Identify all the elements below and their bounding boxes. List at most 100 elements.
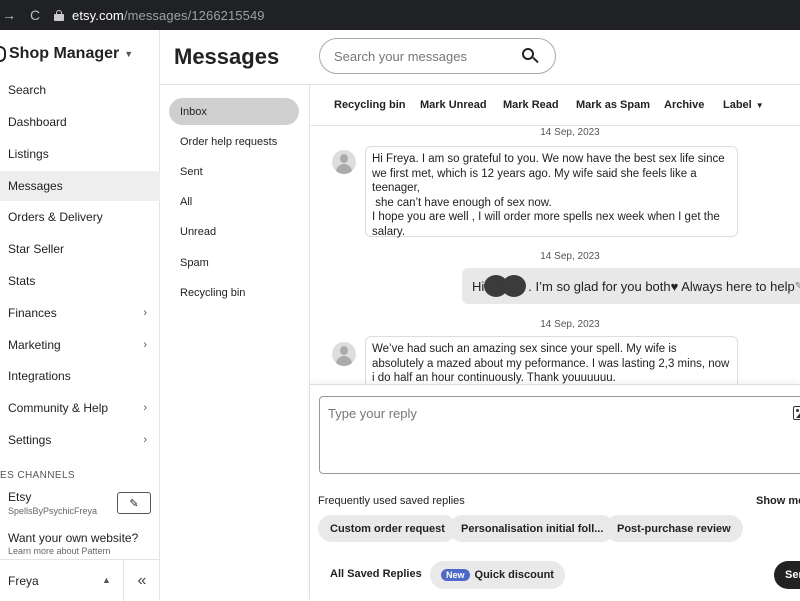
sidebar-item-listings[interactable]: Listings [0,139,160,169]
folder-label: Recycling bin [180,286,246,299]
reload-icon[interactable]: C [26,7,44,23]
lock-icon[interactable] [54,9,64,21]
archive-button[interactable]: Archive [664,99,704,111]
buyer-avatar [332,150,356,174]
sidebar-item-label: Settings [8,433,52,447]
saved-replies-heading: Frequently used saved replies [318,495,465,507]
sidebar-item-label: Finances [8,306,57,320]
saved-reply-chip[interactable]: Custom order request [318,515,457,542]
outgoing-message: Hi . I’m so glad for you both♥ Always he… [462,268,800,304]
sidebar-item-star-seller[interactable]: Star Seller [0,234,160,264]
sales-channels-heading: ES CHANNELS [0,470,75,481]
incoming-message: Hi Freya. I am so grateful to you. We no… [365,146,738,238]
sidebar-item-dashboard[interactable]: Dashboard [0,107,160,137]
sidebar-item-label: Messages [8,179,63,193]
quick-discount-chip[interactable]: New Quick discount [430,561,565,589]
send-button[interactable]: Sen [774,561,800,589]
folder-spam[interactable]: Spam [169,249,299,276]
reply-input[interactable] [328,406,768,462]
reply-text: . I’m so glad for you both♥ Always here … [528,278,795,294]
mark-read-button[interactable]: Mark Read [503,99,559,111]
attach-image-icon[interactable] [793,406,800,420]
search-icon[interactable] [522,48,539,64]
folder-unread[interactable]: Unread [169,218,299,245]
sidebar-item-marketing[interactable]: Marketing › [0,330,160,360]
sidebar-item-settings[interactable]: Settings › [0,425,160,455]
url-host: etsy.com [72,7,124,23]
chevron-right-icon: › [143,402,147,414]
redacted-name [502,275,527,297]
channel-shop-name: SpellsByPsychicFreya [8,506,98,516]
sidebar-item-label: Star Seller [8,242,65,256]
folder-label: Spam [180,256,209,269]
all-saved-replies-button[interactable]: All Saved Replies [330,568,422,580]
sidebar-item-community-help[interactable]: Community & Help › [0,393,160,423]
user-name: Freya [8,574,39,588]
label-dropdown[interactable]: Label ▼ [723,99,764,111]
sidebar-item-label: Dashboard [8,115,67,129]
collapse-sidebar-button[interactable]: « [123,560,160,601]
own-website-promo: Want your own website? [8,531,139,545]
sidebar-item-label: Search [8,83,47,97]
learn-more-link[interactable]: Learn more about Pattern [8,546,111,556]
message-toolbar: Recycling bin Mark Unread Mark Read Mark… [310,85,800,126]
chevron-right-icon: › [143,307,147,319]
edit-shop-button[interactable]: ✎ [117,492,151,514]
reply-box[interactable] [319,396,800,474]
chevron-right-icon: › [143,434,147,446]
sidebar-item-orders-delivery[interactable]: Orders & Delivery [0,202,160,232]
recycling-bin-button[interactable]: Recycling bin [334,99,406,111]
search-input[interactable] [334,48,514,64]
double-chevron-left-icon: « [137,571,147,589]
saved-reply-chip[interactable]: Personalisation initial foll... [449,515,616,542]
sidebar-item-finances[interactable]: Finances › [0,298,160,328]
show-more-link[interactable]: Show mo [756,495,800,507]
folder-sent[interactable]: Sent [169,158,299,185]
user-menu[interactable]: Freya ▲ « [0,559,160,601]
folder-label: Order help requests [180,135,278,148]
sidebar-item-integrations[interactable]: Integrations [0,361,160,391]
caret-down-icon: ▼ [124,49,134,59]
sidebar-item-label: Listings [8,147,49,161]
shop-manager-title: Shop Manager [9,45,120,62]
sidebar-item-label: Community & Help [8,401,109,415]
new-badge: New [441,569,470,581]
folder-label: All [180,195,193,208]
message-search[interactable] [319,38,556,74]
sidebar-item-messages[interactable]: Messages [0,171,160,201]
shop-logo-icon [0,46,6,62]
folder-all[interactable]: All [169,188,299,215]
mark-as-spam-button[interactable]: Mark as Spam [576,99,650,111]
folder-label: Unread [180,225,217,238]
browser-address-bar: → C etsy.com/messages/1266215549 [0,0,800,30]
url-path: /messages/1266215549 [123,7,265,23]
url-field[interactable]: etsy.com/messages/1266215549 [72,8,265,23]
forward-arrow-icon[interactable]: → [0,7,18,23]
send-label: Sen [785,569,800,581]
shop-manager-menu[interactable]: Shop Manager ▼ [0,45,133,63]
caret-down-icon: ▼ [755,101,764,110]
folder-label: Sent [180,165,203,178]
shop-manager-sidebar: Shop Manager ▼ Search Dashboard Listings… [0,30,160,601]
pencil-icon: ✎ [129,497,139,510]
sidebar-item-label: Orders & Delivery [8,210,103,224]
date-separator: 14 Sep, 2023 [540,251,600,262]
reply-panel: Frequently used saved replies Show mo Cu… [310,384,800,600]
date-separator: 14 Sep, 2023 [540,127,600,138]
sidebar-item-search[interactable]: Search [0,75,160,105]
folder-label: Inbox [180,105,207,118]
mark-unread-button[interactable]: Mark Unread [420,99,487,111]
sidebar-item-stats[interactable]: Stats [0,266,160,296]
quick-discount-label: Quick discount [474,569,554,581]
folder-order-help-requests[interactable]: Order help requests [169,128,299,155]
channel-name[interactable]: Etsy [8,490,31,504]
sidebar-item-label: Integrations [8,369,71,383]
saved-reply-chip[interactable]: Post-purchase review [605,515,743,542]
reply-greeting: Hi [472,278,485,294]
sidebar-item-label: Marketing [8,338,61,352]
pencil-icon: ✎ [794,280,800,292]
page-title: Messages [174,44,280,69]
folder-inbox[interactable]: Inbox [169,98,299,125]
date-separator: 14 Sep, 2023 [540,319,600,330]
folder-recycling-bin[interactable]: Recycling bin [169,279,299,306]
